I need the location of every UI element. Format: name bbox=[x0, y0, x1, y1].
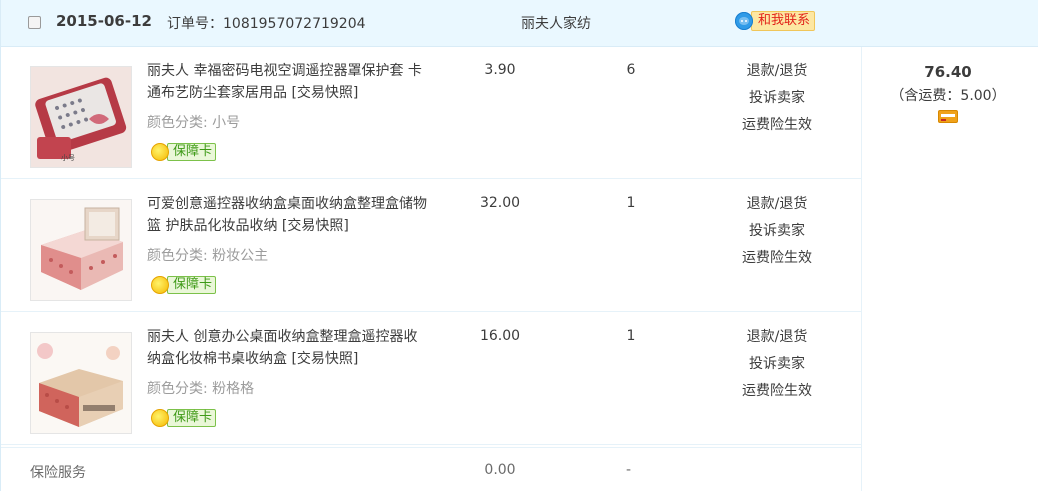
order-select-checkbox[interactable] bbox=[28, 16, 41, 29]
shipping-insurance-link[interactable]: 运费险生效 bbox=[729, 112, 825, 139]
product-sku: 颜色分类: 粉妆公主 bbox=[147, 248, 269, 264]
order-total-column: 76.40 （含运费：5.00） bbox=[861, 47, 1038, 491]
complain-seller-link[interactable]: 投诉卖家 bbox=[729, 218, 825, 245]
insurance-label: 保险服务 bbox=[30, 465, 86, 481]
product-sku: 颜色分类: 粉格格 bbox=[147, 381, 255, 397]
credit-card-icon[interactable] bbox=[938, 110, 958, 123]
guarantee-label: 保障卡 bbox=[167, 143, 217, 161]
guarantee-badge[interactable]: 保障卡 bbox=[151, 276, 217, 294]
unit-price: 32.00 bbox=[479, 195, 521, 211]
complain-seller-link[interactable]: 投诉卖家 bbox=[729, 351, 825, 378]
guarantee-label: 保障卡 bbox=[167, 276, 217, 294]
refund-return-link[interactable]: 退款/退货 bbox=[729, 191, 825, 218]
item-operations: 退款/退货 投诉卖家 运费险生效 bbox=[729, 58, 825, 139]
guarantee-card-icon bbox=[151, 143, 169, 161]
insurance-quantity: - bbox=[626, 462, 632, 478]
svg-text:小号: 小号 bbox=[61, 153, 75, 162]
contact-seller-button[interactable]: 和我联系 bbox=[735, 10, 816, 32]
contact-seller-label: 和我联系 bbox=[751, 11, 816, 31]
order-item-row: 丽夫人 创意办公桌面收纳盒整理盒遥控器收纳盒化妆棉书桌收纳盒 [交易快照] 颜色… bbox=[1, 313, 861, 445]
order-total-amount: 76.40 bbox=[924, 63, 972, 81]
guarantee-card-icon bbox=[151, 276, 169, 294]
quantity: 1 bbox=[626, 195, 636, 211]
unit-price: 16.00 bbox=[479, 328, 521, 344]
guarantee-label: 保障卡 bbox=[167, 409, 217, 427]
quantity: 6 bbox=[626, 62, 636, 78]
insurance-price: 0.00 bbox=[484, 462, 516, 478]
product-title-link[interactable]: 丽夫人 幸福密码电视空调遥控器罩保护套 卡通布艺防尘套家居用品 [交易快照] bbox=[147, 60, 427, 104]
wangwang-chat-icon bbox=[735, 12, 753, 30]
guarantee-card-icon bbox=[151, 409, 169, 427]
product-image[interactable]: 小号 bbox=[30, 66, 132, 168]
guarantee-badge[interactable]: 保障卡 bbox=[151, 143, 217, 161]
shipping-insurance-link[interactable]: 运费险生效 bbox=[729, 378, 825, 405]
guarantee-badge[interactable]: 保障卡 bbox=[151, 409, 217, 427]
refund-return-link[interactable]: 退款/退货 bbox=[729, 324, 825, 351]
product-sku: 颜色分类: 小号 bbox=[147, 115, 241, 131]
product-image[interactable] bbox=[30, 332, 132, 434]
order-header: 2015-06-12 订单号：1081957072719204 丽夫人家纺 和我… bbox=[1, 0, 1038, 47]
product-title-link[interactable]: 丽夫人 创意办公桌面收纳盒整理盒遥控器收纳盒化妆棉书桌收纳盒 [交易快照] bbox=[147, 326, 427, 370]
item-operations: 退款/退货 投诉卖家 运费险生效 bbox=[729, 324, 825, 405]
shipping-fee-note: （含运费：5.00） bbox=[890, 88, 1006, 104]
order-item-row: 小号 丽夫人 幸福密码电视空调遥控器罩保护套 卡通布艺防尘套家居用品 [交易快照… bbox=[1, 47, 861, 179]
product-image[interactable] bbox=[30, 199, 132, 301]
complain-seller-link[interactable]: 投诉卖家 bbox=[729, 85, 825, 112]
refund-return-link[interactable]: 退款/退货 bbox=[729, 58, 825, 85]
item-operations: 退款/退货 投诉卖家 运费险生效 bbox=[729, 191, 825, 272]
shipping-insurance-link[interactable]: 运费险生效 bbox=[729, 245, 825, 272]
insurance-service-row: 保险服务 0.00 - bbox=[1, 447, 861, 491]
order-card: 2015-06-12 订单号：1081957072719204 丽夫人家纺 和我… bbox=[0, 0, 1038, 491]
unit-price: 3.90 bbox=[484, 62, 516, 78]
quantity: 1 bbox=[626, 328, 636, 344]
order-item-row: 可爱创意遥控器收纳盒桌面收纳盒整理盒储物篮 护肤品化妆品收纳 [交易快照] 颜色… bbox=[1, 180, 861, 312]
shop-name-link[interactable]: 丽夫人家纺 bbox=[521, 13, 591, 33]
order-number: 订单号：1081957072719204 bbox=[167, 16, 366, 32]
order-date: 2015-06-12 bbox=[56, 12, 152, 30]
product-title-link[interactable]: 可爱创意遥控器收纳盒桌面收纳盒整理盒储物篮 护肤品化妆品收纳 [交易快照] bbox=[147, 193, 427, 237]
